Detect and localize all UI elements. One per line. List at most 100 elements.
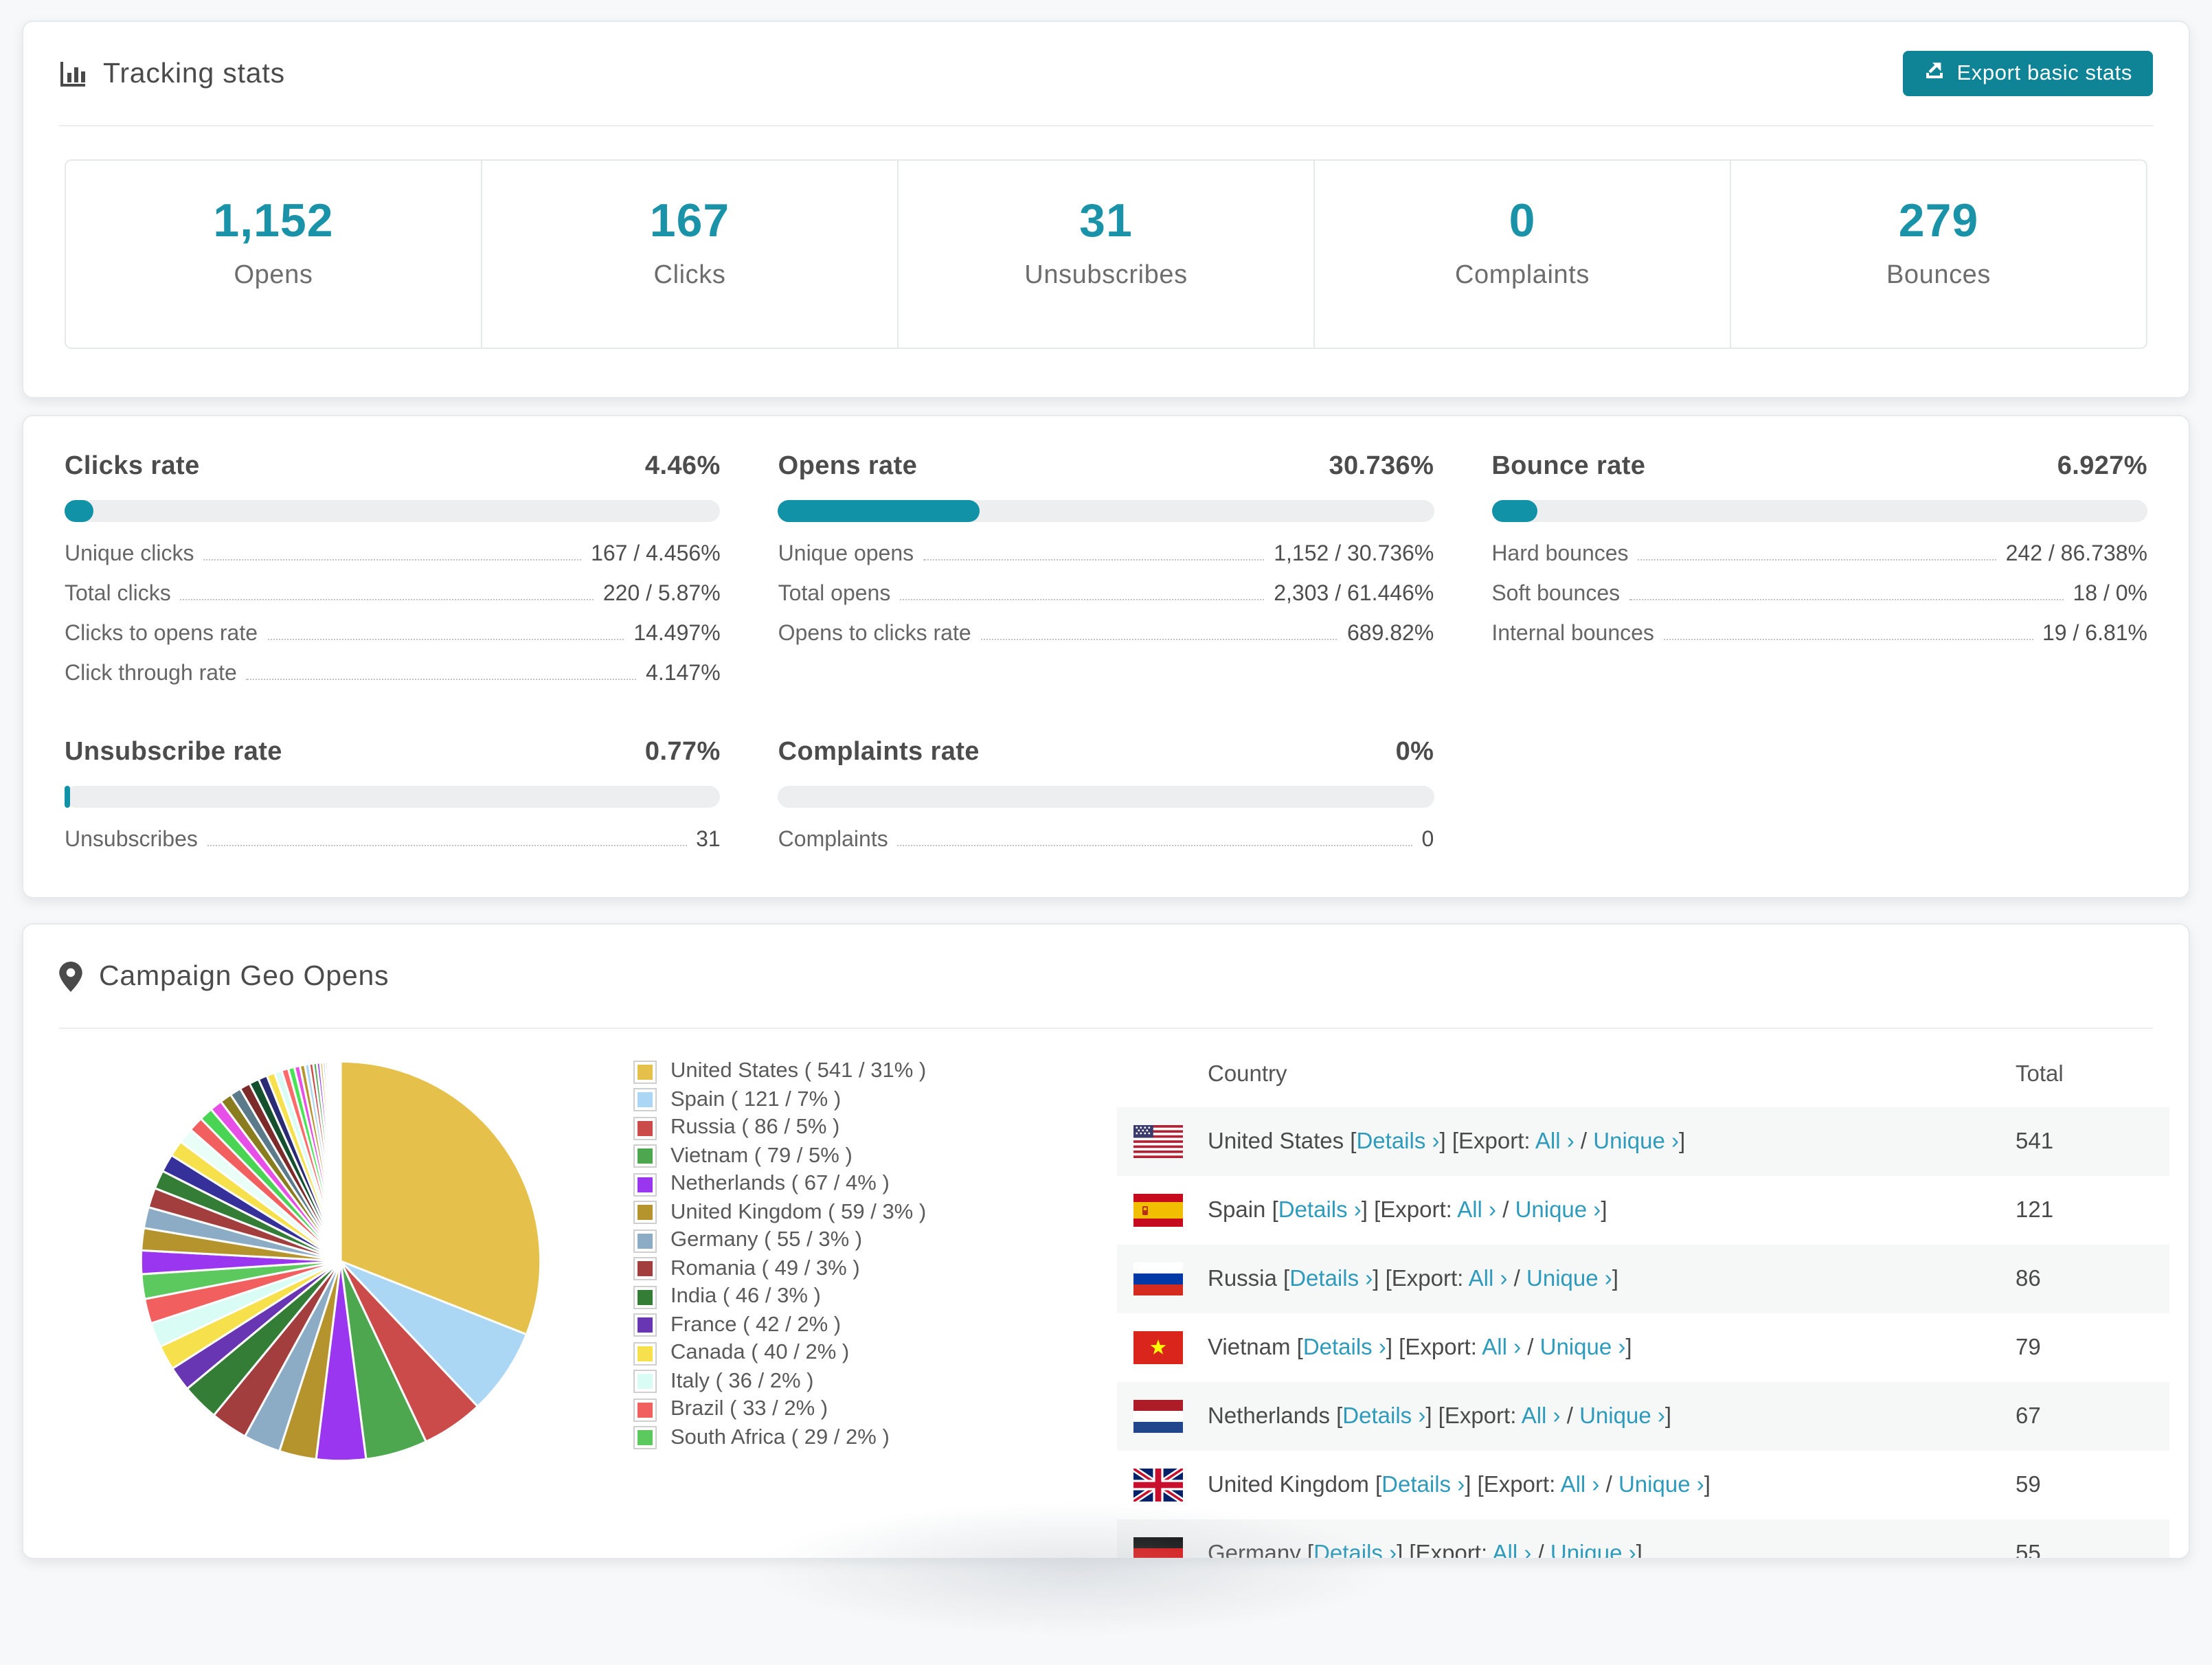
export-all-link-united-kingdom[interactable]: All ›: [1561, 1472, 1600, 1497]
stat-label: Complaints: [1455, 261, 1590, 291]
legend-label: Russia ( 86 / 5% ): [670, 1116, 839, 1141]
rate-value: 30.736%: [1329, 452, 1434, 482]
details-link-united-states[interactable]: Details ›: [1356, 1129, 1439, 1153]
legend-item-spain: Spain ( 121 / 7% ): [633, 1086, 926, 1114]
progress-bar-track: [778, 786, 1434, 808]
rate-value: 6.927%: [2057, 452, 2147, 482]
dotted-leader: [247, 679, 636, 680]
legend-label: Vietnam ( 79 / 5% ): [670, 1144, 853, 1169]
rate-title: Bounce rate: [1491, 452, 1645, 482]
country-cell: United States [Details ›] [Export: All ›…: [1208, 1129, 1685, 1155]
details-link-germany[interactable]: Details ›: [1313, 1541, 1397, 1559]
legend-item-india: India ( 46 / 3% ): [633, 1283, 926, 1311]
rate-block-unsubscribe-rate: Unsubscribe rate0.77%Unsubscribes31: [65, 738, 721, 868]
rates-grid: Clicks rate4.46% Unique clicks167 / 4.456…: [23, 416, 2189, 904]
rate-head: Clicks rate4.46%: [65, 452, 721, 482]
details-link-vietnam[interactable]: Details ›: [1303, 1335, 1386, 1359]
rate-value: 0%: [1396, 738, 1434, 768]
rate-block-opens-rate: Opens rate30.736%Unique opens1,152 / 30.…: [778, 452, 1434, 702]
export-unique-link-vietnam[interactable]: Unique ›: [1540, 1335, 1626, 1359]
legend-item-russia: Russia ( 86 / 5% ): [633, 1114, 926, 1142]
legend-item-united-kingdom: United Kingdom ( 59 / 3% ): [633, 1199, 926, 1227]
progress-bar-fill: [1491, 500, 1537, 522]
country-cell: Vietnam [Details ›] [Export: All › / Uni…: [1208, 1335, 1632, 1361]
rate-detail-value: 18 / 0%: [2073, 582, 2147, 607]
export-unique-link-germany[interactable]: Unique ›: [1550, 1541, 1636, 1559]
map-pin-icon: [59, 961, 82, 991]
legend-item-canada: Canada ( 40 / 2% ): [633, 1339, 926, 1368]
legend-label: Spain ( 121 / 7% ): [670, 1088, 841, 1113]
export-basic-stats-button[interactable]: Export basic stats: [1904, 51, 2153, 96]
details-link-netherlands[interactable]: Details ›: [1342, 1403, 1425, 1428]
country-cell: Netherlands [Details ›] [Export: All › /…: [1208, 1403, 1671, 1429]
country-cell: Spain [Details ›] [Export: All › / Uniqu…: [1208, 1197, 1607, 1223]
stat-value: 279: [1899, 195, 1978, 249]
export-unique-link-united-kingdom[interactable]: Unique ›: [1618, 1472, 1704, 1497]
tracking-stats-header: Tracking stats Export basic stats: [59, 22, 2153, 126]
details-link-russia[interactable]: Details ›: [1289, 1266, 1373, 1291]
dotted-leader: [1664, 639, 2033, 640]
dotted-leader: [204, 559, 582, 560]
legend-item-germany: Germany ( 55 / 3% ): [633, 1227, 926, 1255]
legend-swatch: [633, 1258, 657, 1281]
rate-detail-row-internal-bounces: Internal bounces19 / 6.81%: [1491, 622, 2147, 662]
rate-detail-value: 1,152 / 30.736%: [1274, 543, 1434, 567]
export-all-link-netherlands[interactable]: All ›: [1522, 1403, 1561, 1428]
flag-de-icon: [1133, 1537, 1183, 1559]
legend-swatch: [633, 1061, 657, 1084]
stat-cell-complaints: 0 Complaints: [1315, 161, 1731, 348]
rate-title: Complaints rate: [778, 738, 980, 768]
stat-value: 0: [1509, 195, 1536, 249]
legend-item-netherlands: Netherlands ( 67 / 4% ): [633, 1170, 926, 1199]
export-all-link-united-states[interactable]: All ›: [1535, 1129, 1575, 1153]
export-unique-link-netherlands[interactable]: Unique ›: [1579, 1403, 1665, 1428]
export-unique-link-russia[interactable]: Unique ›: [1526, 1266, 1612, 1291]
total-cell: 86: [2016, 1266, 2041, 1292]
geo-table-header: CountryTotal: [1117, 1041, 2169, 1107]
progress-bar-track: [778, 500, 1434, 522]
export-all-link-germany[interactable]: All ›: [1493, 1541, 1532, 1559]
stat-label: Clicks: [654, 261, 726, 291]
rate-detail-value: 242 / 86.738%: [2006, 543, 2147, 567]
export-all-link-russia[interactable]: All ›: [1469, 1266, 1508, 1291]
dotted-leader: [923, 559, 1264, 560]
legend-swatch: [633, 1201, 657, 1225]
rate-head: Opens rate30.736%: [778, 452, 1434, 482]
legend-swatch: [633, 1230, 657, 1253]
stat-cell-clicks: 167 Clicks: [482, 161, 899, 348]
rate-detail-label: Click through rate: [65, 662, 237, 687]
rate-detail-row-unsubscribes: Unsubscribes31: [65, 828, 721, 868]
legend-item-france: France ( 42 / 2% ): [633, 1311, 926, 1339]
country-cell: United Kingdom [Details ›] [Export: All …: [1208, 1472, 1711, 1498]
export-all-link-vietnam[interactable]: All ›: [1482, 1335, 1521, 1359]
legend-swatch: [633, 1398, 657, 1422]
flag-us-icon: [1133, 1125, 1183, 1158]
geo-opens-table: CountryTotal United States [Details ›] [E…: [1117, 1041, 2169, 1559]
dotted-leader: [900, 599, 1264, 600]
geo-opens-pie-chart: [131, 1051, 551, 1471]
details-link-spain[interactable]: Details ›: [1278, 1197, 1362, 1222]
stat-value: 167: [650, 195, 730, 249]
legend-label: France ( 42 / 2% ): [670, 1313, 841, 1338]
legend-swatch: [633, 1314, 657, 1337]
legend-swatch: [633, 1145, 657, 1168]
total-cell: 55: [2016, 1541, 2041, 1559]
details-link-united-kingdom[interactable]: Details ›: [1381, 1472, 1465, 1497]
export-all-link-spain[interactable]: All ›: [1457, 1197, 1496, 1222]
stat-label: Bounces: [1886, 261, 1991, 291]
rate-detail-row-unique-clicks: Unique clicks167 / 4.456%: [65, 543, 721, 582]
legend-swatch: [633, 1342, 657, 1366]
export-unique-link-united-states[interactable]: Unique ›: [1593, 1129, 1679, 1153]
flag-ru-icon: [1133, 1262, 1183, 1295]
legend-item-romania: Romania ( 49 / 3% ): [633, 1255, 926, 1283]
rate-value: 4.46%: [645, 452, 721, 482]
rate-title: Unsubscribe rate: [65, 738, 282, 768]
export-unique-link-spain[interactable]: Unique ›: [1515, 1197, 1601, 1222]
geo-table-header-country: Country: [1208, 1061, 1287, 1087]
total-cell: 541: [2016, 1129, 2053, 1155]
flag-nl-icon: [1133, 1400, 1183, 1433]
rate-head: Bounce rate 6.927%: [1491, 452, 2147, 482]
stat-cell-bounces: 279 Bounces: [1731, 161, 2146, 348]
table-row-netherlands: Netherlands [Details ›] [Export: All › /…: [1117, 1382, 2169, 1451]
rate-detail-value: 19 / 6.81%: [2042, 622, 2147, 647]
